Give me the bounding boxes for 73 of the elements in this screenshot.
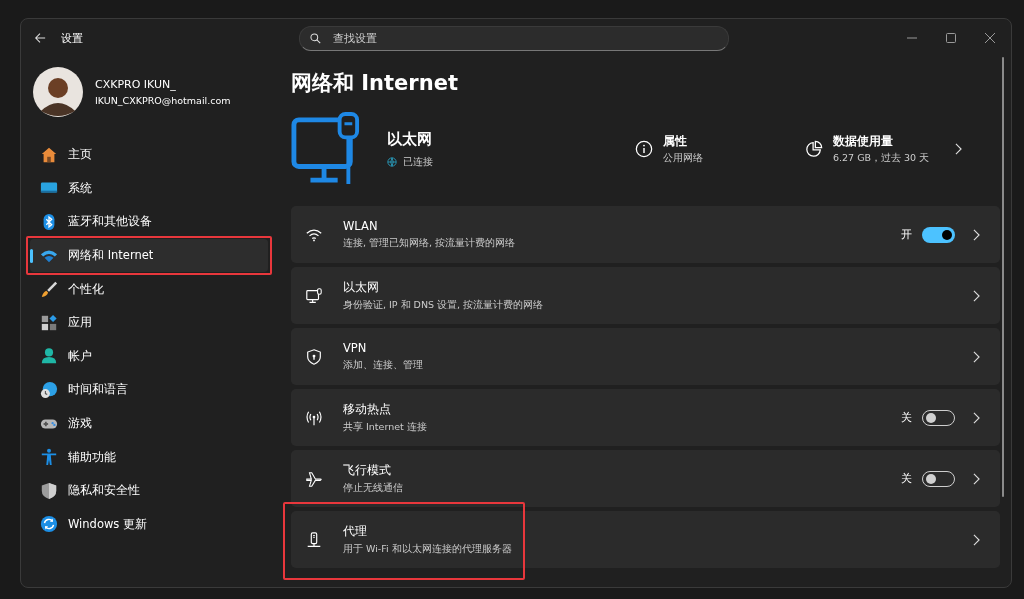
account-email: IKUN_CXKPRO@hotmail.com [95, 95, 231, 106]
toggle-state-label: 开 [901, 227, 912, 242]
sidebar-item[interactable]: 主页 [30, 138, 268, 172]
settings-row[interactable]: WLAN 连接, 管理已知网络, 按流量计费的网络 开 [291, 206, 1000, 263]
sidebar-item[interactable]: 网络和 Internet [30, 238, 268, 273]
page-title: 网络和 Internet [291, 70, 459, 97]
sidebar-item[interactable]: 应用 [30, 305, 268, 340]
airplane-icon [305, 469, 323, 488]
scrollbar[interactable] [1002, 57, 1004, 497]
close-icon[interactable] [985, 33, 995, 43]
shield-icon [40, 481, 58, 500]
row-description: 添加、连接、管理 [343, 359, 424, 372]
toggle-state-label: 关 [901, 410, 912, 425]
brush-icon [40, 280, 58, 299]
settings-row[interactable]: 移动热点 共享 Internet 连接 关 [291, 389, 1000, 446]
ethernet-monitor-icon [305, 286, 323, 305]
window-title: 设置 [61, 30, 83, 46]
row-title: WLAN [343, 219, 379, 233]
row-description: 连接, 管理已知网络, 按流量计费的网络 [343, 237, 517, 250]
chevron-icon [973, 289, 980, 302]
sidebar-item[interactable]: 辅助功能 [30, 440, 268, 474]
maximize-icon[interactable] [946, 33, 956, 43]
back-icon[interactable] [34, 32, 46, 44]
accessibility-icon [40, 448, 58, 467]
settings-row[interactable]: 飞行模式 停止无线通信 关 [291, 450, 1000, 507]
chevron-icon [973, 350, 980, 363]
row-description: 身份验证, IP 和 DNS 设置, 按流量计费的网络 [343, 298, 545, 312]
sidebar-item[interactable]: 隐私和安全性 [30, 473, 268, 508]
chevron-icon [973, 472, 980, 485]
row-title: 以太网 [343, 279, 380, 295]
pie-chart-icon [805, 140, 823, 158]
settings-row[interactable]: VPN 添加、连接、管理 [291, 328, 1000, 385]
chevron-icon [955, 143, 963, 155]
row-title: 飞行模式 [343, 462, 392, 478]
row-description: 停止无线通信 [343, 481, 404, 495]
toggle-switch[interactable] [922, 226, 955, 243]
row-title: VPN [343, 341, 368, 355]
chevron-icon [973, 411, 980, 424]
search-icon [310, 32, 321, 44]
data-usage-link[interactable]: 数据使用量 6.27 GB，过去 30 天 [805, 133, 963, 165]
globe-icon [387, 156, 397, 167]
row-title: 代理 [343, 523, 368, 539]
sidebar-item[interactable]: 帐户 [30, 339, 268, 374]
selection-indicator [30, 248, 33, 263]
account-name: CXKPRO IKUN_ [95, 78, 177, 91]
settings-row[interactable]: 以太网 身份验证, IP 和 DNS 设置, 按流量计费的网络 [291, 267, 1000, 324]
row-description: 共享 Internet 连接 [343, 420, 428, 434]
properties-link[interactable]: 属性 公用网络 [635, 133, 805, 165]
connection-name: 以太网 [387, 129, 433, 149]
row-title: 移动热点 [343, 401, 392, 417]
row-description: 用于 Wi-Fi 和以太网连接的代理服务器 [343, 542, 513, 556]
sidebar-item[interactable]: 时间和语言 [30, 373, 268, 407]
connection-status: 已连接 [403, 154, 433, 169]
sidebar-item[interactable]: 个性化 [30, 272, 268, 306]
search-field[interactable]: 查找设置 [299, 25, 729, 51]
ethernet-monitor-icon [291, 111, 361, 187]
sidebar-item[interactable]: Windows 更新 [30, 507, 268, 542]
settings-row[interactable]: 代理 用于 Wi-Fi 和以太网连接的代理服务器 [291, 511, 1000, 568]
sidebar-item[interactable]: 游戏 [30, 406, 268, 441]
globe-clock-icon [40, 380, 58, 399]
home-icon [40, 145, 58, 164]
sidebar-item[interactable]: 系统 [30, 171, 268, 206]
avatar[interactable] [33, 67, 83, 117]
shield-lock-icon [305, 347, 323, 366]
person-icon [40, 347, 58, 366]
sidebar-item[interactable]: 蓝牙和其他设备 [30, 205, 268, 239]
chevron-icon [973, 228, 980, 241]
toggle-state-label: 关 [901, 471, 912, 486]
apps-icon [40, 313, 58, 332]
proxy-icon [305, 530, 323, 549]
chevron-icon [973, 533, 980, 546]
info-icon [635, 140, 653, 158]
update-icon [40, 515, 58, 534]
